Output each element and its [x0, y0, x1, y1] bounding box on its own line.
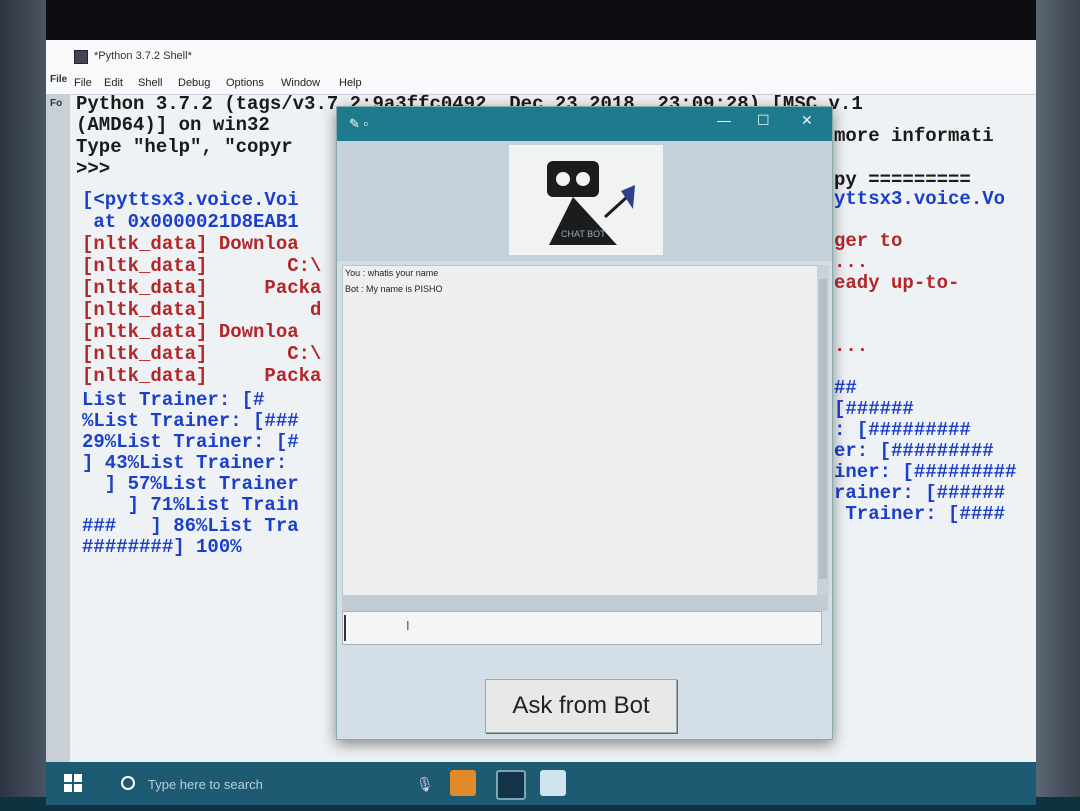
shell-line: ### ] 86%List Tra: [82, 515, 299, 537]
shell-line: (AMD64)] on win32: [76, 114, 270, 136]
chat-message-bot: Bot : My name is PISHO: [345, 284, 443, 294]
shell-line: [nltk_data] Packa: [82, 365, 322, 387]
robot-arm-line: [603, 195, 629, 219]
gutter-label-file: File: [50, 74, 68, 85]
ask-from-bot-button[interactable]: Ask from Bot: [485, 679, 677, 733]
windows-start-icon[interactable]: [64, 774, 82, 792]
shell-line-right: ...: [834, 251, 869, 273]
chatbot-body: CHAT BOT You : whatis your name Bot : My…: [337, 141, 832, 739]
shell-line-right: Trainer: [####: [834, 503, 1006, 525]
shell-line: at 0x0000021D8EAB1: [82, 211, 299, 233]
scrollbar-thumb[interactable]: [819, 279, 827, 579]
shell-line: [nltk_data] C:\: [82, 343, 322, 365]
desktop-screen: *Python 3.7.2 Shell* File Edit Shell Deb…: [46, 40, 1036, 805]
shell-line-right: ...: [834, 335, 869, 357]
shell-line-right: : [#########: [834, 419, 971, 441]
robot-logo-image: CHAT BOT: [509, 145, 663, 255]
shell-line: %List Trainer: [###: [82, 410, 299, 432]
shell-line: ########] 100%: [82, 536, 242, 558]
photo-bezel-left: [0, 0, 46, 811]
robot-eye-right: [576, 172, 590, 186]
gutter-label-fo: Fo: [50, 98, 63, 109]
menu-options[interactable]: Options: [226, 77, 264, 89]
microphone-icon[interactable]: 🎙: [416, 776, 434, 793]
question-input[interactable]: I: [342, 611, 822, 645]
menu-file[interactable]: File: [74, 77, 92, 89]
chatbot-title-bar[interactable]: ✎ ▫ — ☐ ✕: [337, 107, 832, 141]
shell-line-right: iner: [#########: [834, 461, 1017, 483]
shell-line: >>>: [76, 158, 111, 180]
chatbot-window: ✎ ▫ — ☐ ✕ CHAT BOT You: whatis your nam…: [336, 106, 833, 740]
robot-eye-left: [556, 172, 570, 186]
maximize-button[interactable]: ☐: [757, 112, 770, 129]
python-file-icon: [74, 50, 88, 64]
shell-line: List Trainer: [#: [82, 389, 265, 411]
menu-debug[interactable]: Debug: [178, 77, 210, 89]
shell-line: Type "help", "copyr: [76, 136, 293, 158]
shell-line-right: [######: [834, 398, 914, 420]
shell-line: [<pyttsx3.voice.Voi: [82, 189, 299, 211]
shell-line: [nltk_data] d: [82, 299, 322, 321]
shell-line: ] 71%List Train: [82, 494, 299, 516]
ide-side-gutter: File Fo: [46, 74, 70, 762]
robot-flag-shape: [621, 185, 635, 209]
photo-bezel-right: [1036, 0, 1080, 811]
shell-line-right: more informati: [834, 125, 994, 147]
sublime-text-app-icon[interactable]: [450, 770, 476, 796]
shell-line-right: ger to: [834, 230, 903, 252]
shell-line: [nltk_data] Downloa: [82, 321, 299, 343]
feather-icon: ✎ ▫: [349, 116, 369, 131]
chat-scrollbar[interactable]: [817, 265, 829, 595]
photo-bezel-top: [0, 0, 1080, 40]
shell-line: 29%List Trainer: [#: [82, 431, 299, 453]
shell-line-right: eady up-to-: [834, 272, 960, 294]
shell-line: ] 57%List Trainer: [82, 473, 299, 495]
ibeam-cursor-icon: I: [406, 618, 410, 633]
shell-line: [nltk_data] Downloa: [82, 233, 299, 255]
logo-area: CHAT BOT: [337, 141, 832, 261]
logo-text: CHAT BOT: [561, 229, 606, 239]
menu-edit[interactable]: Edit: [104, 77, 123, 89]
chat-history-box[interactable]: You : whatis your name Bot : My name is …: [342, 265, 818, 597]
terminal-app-icon[interactable]: [496, 770, 526, 800]
shell-line: ] 43%List Trainer:: [82, 452, 288, 474]
chat-bottom-bar: [342, 595, 828, 611]
taskbar-search-placeholder: Type here to search: [148, 777, 263, 792]
shell-line-right: yttsx3.voice.Vo: [834, 188, 1006, 210]
shell-line-right: rainer: [######: [834, 482, 1006, 504]
minimize-button[interactable]: —: [717, 112, 731, 128]
shell-line: [nltk_data] C:\: [82, 255, 322, 277]
menu-help[interactable]: Help: [339, 77, 362, 89]
close-button[interactable]: ✕: [801, 112, 813, 129]
python-app-icon[interactable]: [540, 770, 566, 796]
robot-head-shape: [547, 161, 599, 197]
text-caret: [344, 615, 346, 641]
shell-title-bar[interactable]: *Python 3.7.2 Shell*: [46, 40, 1036, 72]
windows-taskbar: Type here to search 🎙: [46, 762, 1036, 805]
shell-menu-bar: File Edit Shell Debug Options Window Hel…: [46, 72, 1036, 95]
cortana-circle-icon: [121, 776, 135, 790]
chat-message-user: You : whatis your name: [345, 268, 439, 278]
shell-line-right: er: [#########: [834, 440, 994, 462]
shell-line-right: ##: [834, 377, 857, 399]
menu-shell[interactable]: Shell: [138, 77, 162, 89]
shell-line: [nltk_data] Packa: [82, 277, 322, 299]
menu-window[interactable]: Window: [281, 77, 320, 89]
taskbar-search-box[interactable]: Type here to search: [116, 772, 376, 796]
shell-title: *Python 3.7.2 Shell*: [94, 50, 192, 62]
